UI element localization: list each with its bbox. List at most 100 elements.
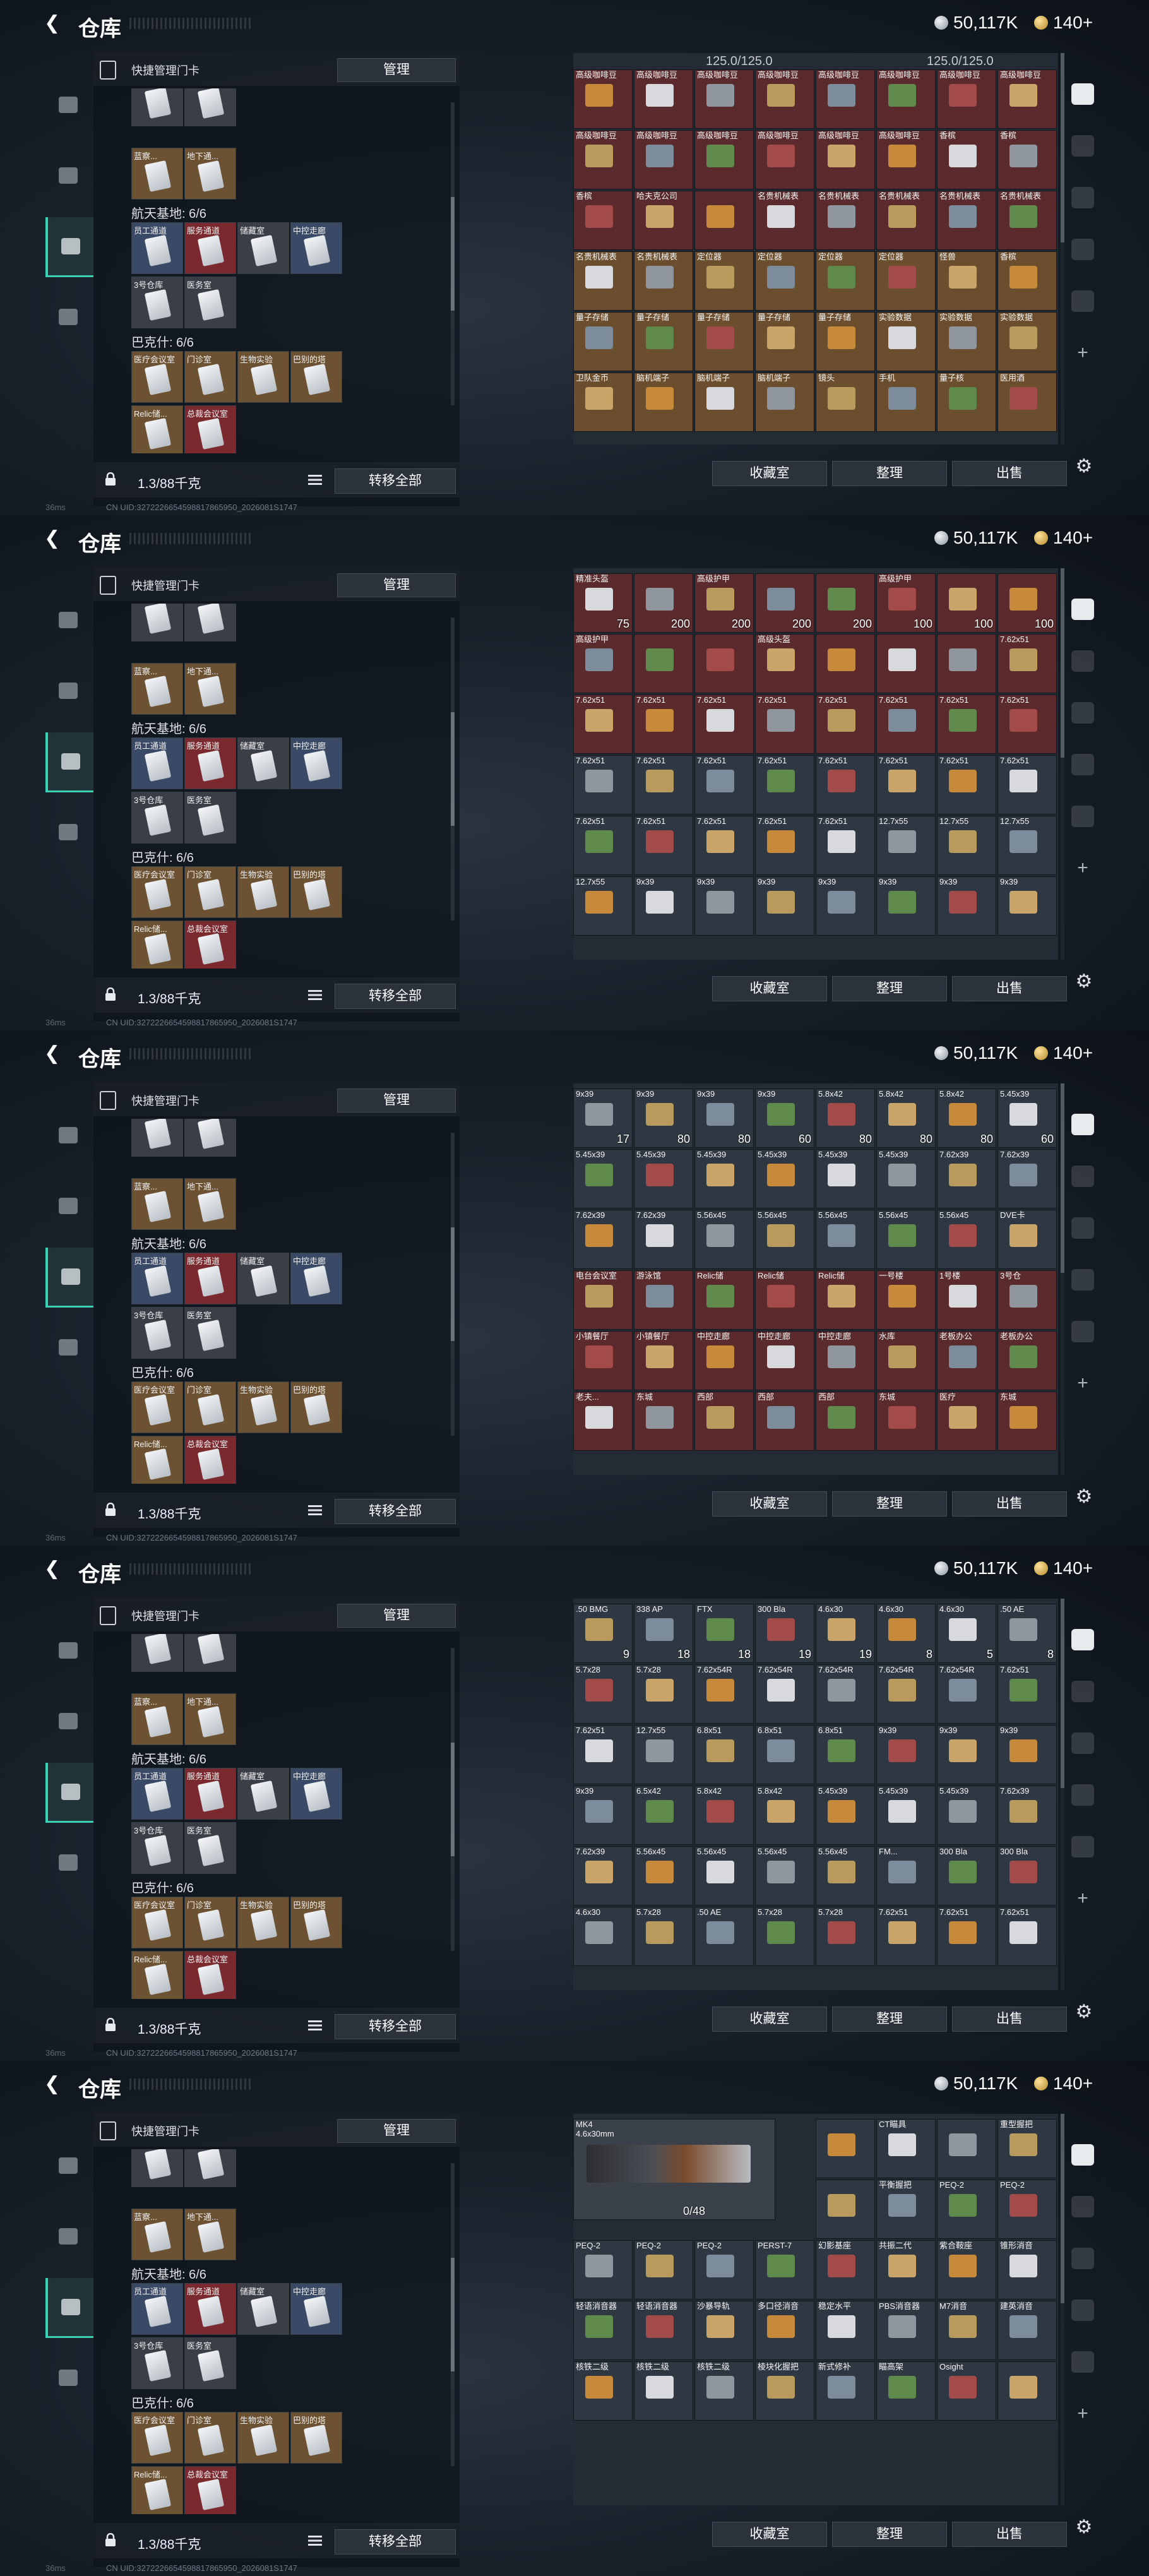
inventory-item[interactable]: 量子核 — [937, 373, 996, 432]
settings-gear-icon[interactable]: ⚙ — [1073, 456, 1095, 477]
collection-button[interactable]: 收藏室 — [712, 1491, 827, 1517]
inventory-item[interactable]: Relic储 — [816, 1270, 875, 1330]
inventory-item[interactable]: 稳定水平 — [816, 2301, 875, 2360]
keycard-card[interactable]: 医疗会议室 — [131, 351, 183, 403]
inventory-item[interactable]: 量子存储 — [694, 312, 754, 371]
nav-item-gun[interactable] — [45, 2137, 91, 2195]
inventory-scrollbar[interactable] — [1061, 1083, 1064, 1475]
inventory-item[interactable]: 多口径消音 — [755, 2301, 814, 2360]
inventory-item[interactable]: 轻语消音器 — [573, 2301, 633, 2360]
lock-icon[interactable] — [105, 987, 116, 1001]
lock-icon[interactable] — [105, 472, 116, 486]
inventory-item[interactable]: CT瞄具 — [876, 2119, 936, 2178]
inventory-item[interactable]: 医用酒 — [997, 373, 1057, 432]
inventory-item[interactable]: 7.62x39 — [573, 1846, 633, 1905]
inventory-item[interactable]: 中控走廊 — [816, 1331, 875, 1390]
keycard-card[interactable]: Relic储... — [131, 405, 183, 453]
inventory-item[interactable] — [997, 2361, 1057, 2421]
nav-item-gun[interactable] — [45, 591, 91, 649]
inventory-item[interactable]: 6.8x51 — [816, 1725, 875, 1784]
nav-item-armor[interactable] — [45, 146, 91, 205]
nav-item-case[interactable] — [45, 803, 91, 861]
inventory-item[interactable]: 4.6x30 5 — [937, 1604, 996, 1663]
keycard-card[interactable]: 地下通... — [184, 2209, 236, 2260]
inventory-item[interactable]: 高级护甲 200 — [694, 573, 754, 633]
keycard-card[interactable]: 服务通道 — [184, 222, 236, 274]
storage-tab[interactable] — [1067, 69, 1098, 119]
inventory-item[interactable]: 12.7x55 — [573, 876, 633, 936]
scroll-thumb[interactable] — [1061, 1083, 1064, 1273]
inventory-item[interactable]: 300 Bla — [997, 1846, 1057, 1905]
inventory-item[interactable] — [634, 634, 693, 693]
keycard-card[interactable]: 服务通道 — [184, 1253, 236, 1304]
inventory-item[interactable]: 小镇餐厅 — [634, 1331, 693, 1390]
scroll-thumb[interactable] — [1061, 1599, 1064, 1788]
list-icon[interactable] — [308, 1505, 322, 1515]
inventory-item[interactable]: 5.56x45 — [876, 1210, 936, 1269]
storage-tab[interactable] — [1067, 1100, 1098, 1149]
keycard-scrollbar[interactable] — [451, 1648, 455, 1951]
inventory-item[interactable]: 338 AP 18 — [634, 1604, 693, 1663]
list-icon[interactable] — [308, 475, 322, 485]
nav-item-keycard[interactable] — [45, 217, 93, 277]
inventory-item[interactable]: 7.62x54R — [816, 1664, 875, 1724]
settings-gear-icon[interactable]: ⚙ — [1073, 1486, 1095, 1508]
inventory-item[interactable]: 中控走廊 — [694, 1331, 754, 1390]
sell-button[interactable]: 出售 — [952, 2522, 1067, 2547]
manage-button[interactable]: 管理 — [337, 58, 456, 82]
inventory-item[interactable]: 高级咖啡豆 — [694, 69, 754, 129]
storage-tab[interactable] — [1067, 1255, 1098, 1304]
storage-tab[interactable] — [1067, 2182, 1098, 2231]
sell-button[interactable]: 出售 — [952, 1491, 1067, 1517]
add-tab-button[interactable]: + — [1067, 2389, 1098, 2438]
keycard-card[interactable]: 服务通道 — [184, 2283, 236, 2335]
inventory-item[interactable]: 7.62x51 — [876, 755, 936, 814]
inventory-item[interactable]: 核铁二级 — [694, 2361, 754, 2421]
sort-button[interactable]: 整理 — [832, 461, 947, 486]
inventory-item[interactable]: 高级咖啡豆 — [755, 130, 814, 189]
nav-item-case[interactable] — [45, 2349, 91, 2407]
transfer-all-button[interactable]: 转移全部 — [335, 468, 456, 494]
inventory-item[interactable]: 西部 — [816, 1392, 875, 1451]
keycard-card[interactable] — [184, 88, 236, 126]
inventory-item[interactable]: Osight — [937, 2361, 996, 2421]
inventory-item[interactable]: 9x39 17 — [573, 1088, 633, 1148]
inventory-item[interactable]: 5.45x39 — [816, 1786, 875, 1845]
keycard-card[interactable]: 3号仓库 — [131, 1307, 183, 1359]
inventory-item[interactable]: 9x39 — [694, 876, 754, 936]
keycard-card[interactable]: 服务通道 — [184, 1768, 236, 1820]
keycard-card[interactable]: 医疗会议室 — [131, 1897, 183, 1948]
inventory-item[interactable]: FTX 18 — [694, 1604, 754, 1663]
keycard-card[interactable]: 门诊室 — [184, 351, 236, 403]
inventory-item[interactable]: 7.62x51 — [634, 755, 693, 814]
scroll-thumb[interactable] — [1061, 2114, 1064, 2303]
keycard-card[interactable]: 生物实验 — [237, 2412, 289, 2464]
inventory-item[interactable]: 5.56x45 — [755, 1846, 814, 1905]
inventory-item[interactable]: 高级咖啡豆 — [937, 69, 996, 129]
storage-tab[interactable] — [1067, 2130, 1098, 2179]
inventory-item[interactable]: 名贵机械表 — [816, 191, 875, 250]
storage-tab[interactable] — [1067, 1822, 1098, 1871]
scroll-thumb[interactable] — [1061, 568, 1064, 758]
inventory-item[interactable]: 5.8x42 80 — [937, 1088, 996, 1148]
inventory-item[interactable]: 7.62x51 — [937, 755, 996, 814]
inventory-item[interactable]: 9x39 — [816, 876, 875, 936]
storage-tab[interactable] — [1067, 585, 1098, 634]
sell-button[interactable]: 出售 — [952, 2007, 1067, 2032]
keycard-card[interactable]: 医疗会议室 — [131, 866, 183, 918]
inventory-item[interactable]: 哈夫克公司 — [634, 191, 693, 250]
inventory-item[interactable]: 100 — [997, 573, 1057, 633]
keycard-card[interactable]: 地下通... — [184, 1693, 236, 1745]
inventory-item[interactable]: 电台会议室 — [573, 1270, 633, 1330]
scroll-thumb[interactable] — [451, 712, 455, 826]
inventory-item[interactable]: 5.45x39 — [876, 1149, 936, 1208]
inventory-item[interactable]: 7.62x51 — [634, 816, 693, 875]
keycard-card[interactable]: 3号仓库 — [131, 1822, 183, 1874]
add-tab-button[interactable]: + — [1067, 1874, 1098, 1923]
inventory-item[interactable]: PBS消音器 — [876, 2301, 936, 2360]
inventory-item[interactable]: 9x39 — [634, 876, 693, 936]
inventory-item[interactable]: 老夫... — [573, 1392, 633, 1451]
inventory-item[interactable]: 医疗 — [937, 1392, 996, 1451]
inventory-item[interactable]: 7.62x51 — [876, 1907, 936, 1966]
inventory-item[interactable]: 紫合鞍座 — [937, 2240, 996, 2299]
